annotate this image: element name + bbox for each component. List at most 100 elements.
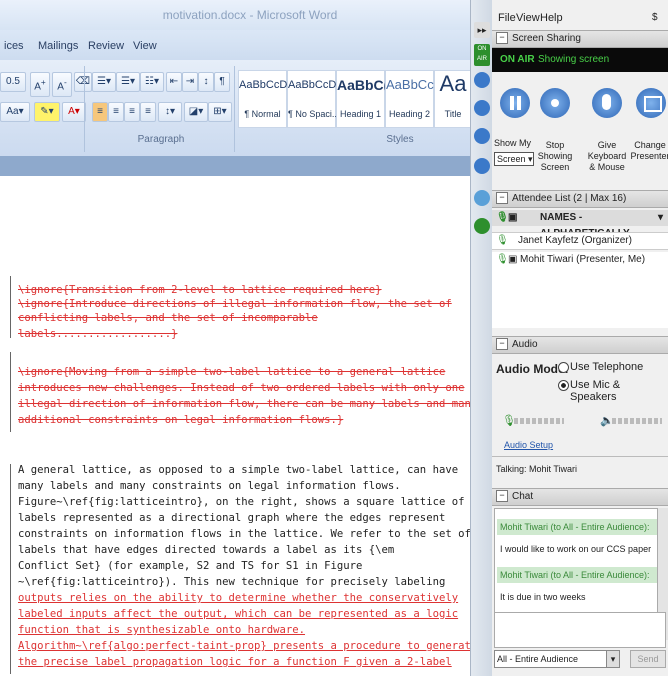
- chat-sender: Mohit Tiwari (to All - Entire Audience):: [497, 519, 657, 535]
- header-label: Attendee List: [512, 193, 571, 204]
- line-spacing-icon[interactable]: ↕▾: [158, 102, 182, 122]
- document-page[interactable]: \ignore{Transition from 2-level to latti…: [0, 258, 470, 676]
- change-case-icon[interactable]: Aa▾: [0, 102, 30, 122]
- minimize-icon[interactable]: −: [496, 192, 508, 205]
- style-name: ¶ No Spaci...: [288, 109, 340, 119]
- chat-header[interactable]: − Chat: [492, 488, 668, 506]
- keyboard-mouse-icon[interactable]: [474, 128, 490, 144]
- audio-setup-link[interactable]: Audio Setup: [504, 440, 553, 450]
- doc-line: \ignore{Introduce directions of illegal …: [18, 298, 452, 310]
- doc-line: ~\ref{fig:latticeintro}). This new techn…: [18, 576, 446, 588]
- doc-line: many labels and many constraints on lega…: [18, 480, 401, 492]
- screen-sharing-header[interactable]: − Screen Sharing: [492, 30, 668, 48]
- mic-icon[interactable]: [474, 218, 490, 234]
- screen-icon: ▣: [508, 254, 518, 265]
- on-air-label: ON AIR: [500, 54, 535, 65]
- stop-screen-icon[interactable]: [474, 100, 490, 116]
- attendee-sort-header[interactable]: 🎙 ▣ NAMES - ALPHABETICALLY ▾: [492, 210, 668, 239]
- style-name: Heading 1: [339, 109, 382, 119]
- style-sample: AaBbCcDc: [288, 79, 342, 91]
- header-label: Audio: [512, 339, 538, 350]
- doc-line: labeled inputs affect the output, which …: [18, 608, 459, 620]
- shrink-font-icon[interactable]: A-: [52, 72, 72, 98]
- align-center-icon[interactable]: ≡: [108, 102, 124, 122]
- attendee-list-header[interactable]: − Attendee List (2 | Max 16): [492, 190, 668, 208]
- menu-file[interactable]: File: [498, 12, 516, 24]
- tab-review[interactable]: Review: [88, 40, 124, 52]
- minimize-icon[interactable]: −: [496, 490, 508, 503]
- attendee-row[interactable]: 🎙 Janet Kayfetz (Organizer): [492, 232, 668, 250]
- doc-line: constraints on information flows in the …: [18, 528, 470, 540]
- stop-icon[interactable]: [540, 88, 570, 118]
- radio-mic-speakers[interactable]: [558, 380, 569, 391]
- shading-icon[interactable]: ◪▾: [184, 102, 208, 122]
- header-label: Chat: [512, 491, 534, 502]
- pause-icon[interactable]: [500, 88, 530, 118]
- menu-view[interactable]: View: [516, 12, 540, 24]
- align-left-icon[interactable]: ≡: [92, 102, 108, 122]
- pilcrow-icon[interactable]: ¶: [214, 72, 230, 92]
- style-title[interactable]: Aa Title: [434, 70, 470, 128]
- attendee-row[interactable]: 🎙 ▣ Mohit Tiwari (Presenter, Me): [492, 252, 668, 268]
- minimize-icon[interactable]: −: [496, 338, 508, 351]
- justify-icon[interactable]: ≡: [140, 102, 156, 122]
- font-color-icon[interactable]: A▾: [62, 102, 86, 122]
- send-button[interactable]: Send: [630, 650, 666, 668]
- style-normal[interactable]: AaBbCcDc ¶ Normal: [238, 70, 293, 128]
- sort-icon[interactable]: ↕: [198, 72, 214, 92]
- borders-icon[interactable]: ⊞▾: [208, 102, 232, 122]
- doc-line: the precise label propagation logic for …: [18, 656, 452, 668]
- numbering-icon[interactable]: ☰▾: [116, 72, 140, 92]
- change-bar: [10, 276, 11, 338]
- style-name: Heading 2: [388, 109, 431, 119]
- ruler-band: [0, 156, 470, 176]
- status-label: Showing screen: [538, 54, 610, 65]
- mic-icon: 🎙: [496, 254, 509, 265]
- menu-help[interactable]: Help: [540, 12, 563, 24]
- doc-line: A general lattice, as opposed to a simpl…: [18, 464, 459, 476]
- decrease-indent-icon[interactable]: ⇤: [166, 72, 182, 92]
- style-heading-2[interactable]: AaBbCc Heading 2: [385, 70, 434, 128]
- change-bar: [10, 352, 11, 432]
- gotomeeting-panel: File View Help $ − Screen Sharing ON AIR …: [492, 0, 668, 676]
- keyboard-mouse-icon[interactable]: [592, 88, 622, 118]
- window-title: motivation.docx - Microsoft Word: [162, 8, 338, 22]
- doc-line: \ignore{Transition from 2-level to latti…: [18, 284, 382, 296]
- audience-select[interactable]: All - Entire Audience: [494, 650, 620, 668]
- multilevel-list-icon[interactable]: ☷▾: [140, 72, 164, 92]
- style-sample: AaBbCcDc: [239, 79, 293, 91]
- chat-message: It is due in two weeks: [500, 592, 586, 602]
- speaker-level-meter: [612, 418, 662, 424]
- screen-select[interactable]: Screen ▾: [494, 152, 534, 166]
- style-no-spacing[interactable]: AaBbCcDc ¶ No Spaci...: [287, 70, 342, 128]
- change-presenter-icon[interactable]: [474, 158, 490, 174]
- radio-telephone[interactable]: [558, 362, 569, 373]
- collapse-icon[interactable]: ▸▸: [474, 22, 490, 38]
- font-size-box[interactable]: 0.5: [0, 72, 26, 92]
- audio-header[interactable]: − Audio: [492, 336, 668, 354]
- style-heading-1[interactable]: AaBbC( Heading 1: [336, 70, 388, 128]
- screen-icon: ▣: [508, 212, 518, 223]
- increase-indent-icon[interactable]: ⇥: [182, 72, 198, 92]
- presenter-icon[interactable]: [636, 88, 666, 118]
- doc-line: conflicting labels, and the set of incom…: [18, 312, 318, 324]
- attendee-count: (2 | Max 16): [573, 193, 627, 204]
- drawing-tools-icon[interactable]: [474, 190, 490, 206]
- tab-mailings[interactable]: Mailings: [38, 40, 78, 52]
- chat-input[interactable]: [494, 612, 666, 648]
- clear-format-icon[interactable]: ⌫: [74, 72, 92, 92]
- dollar-icon[interactable]: $: [652, 12, 658, 23]
- align-right-icon[interactable]: ≡: [124, 102, 140, 122]
- highlight-icon[interactable]: ✎▾: [34, 102, 60, 122]
- word-titlebar: motivation.docx - Microsoft Word: [0, 0, 470, 30]
- minimize-icon[interactable]: −: [496, 32, 508, 45]
- grow-font-icon[interactable]: A+: [30, 72, 50, 98]
- chevron-down-icon: ▾: [658, 212, 664, 223]
- pause-screen-icon[interactable]: [474, 72, 490, 88]
- chevron-down-icon[interactable]: ▾: [606, 650, 620, 668]
- doc-line: \ignore{Moving from a simple two-label l…: [18, 366, 446, 378]
- header-label: Screen Sharing: [512, 33, 581, 44]
- bullets-icon[interactable]: ☰▾: [92, 72, 116, 92]
- tab-view[interactable]: View: [133, 40, 157, 52]
- tab-references[interactable]: ices: [4, 40, 24, 52]
